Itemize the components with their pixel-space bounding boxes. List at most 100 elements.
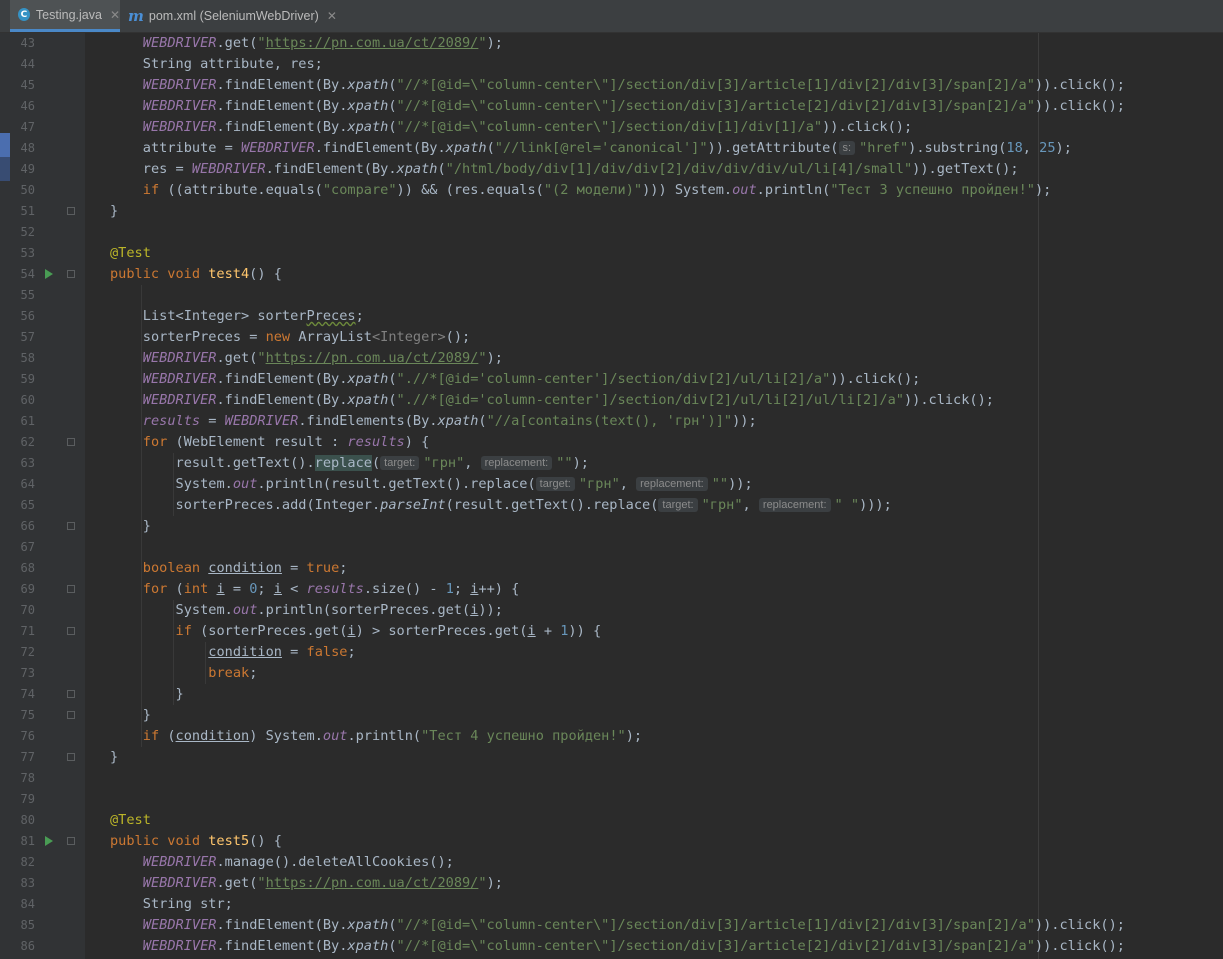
- code-line[interactable]: public void test5() {: [110, 831, 282, 852]
- gutter-row[interactable]: 56: [0, 306, 85, 327]
- gutter-row[interactable]: 83: [0, 873, 85, 894]
- code-line[interactable]: for (int i = 0; i < results.size() - 1; …: [143, 579, 520, 600]
- gutter-row[interactable]: 55: [0, 285, 85, 306]
- tab-testing-java[interactable]: C Testing.java ✕: [10, 0, 120, 32]
- code-line[interactable]: }: [143, 516, 151, 537]
- gutter-row[interactable]: 85: [0, 915, 85, 936]
- gutter-row[interactable]: 70: [0, 600, 85, 621]
- code-line[interactable]: System.out.println(sorterPreces.get(i));: [143, 600, 503, 621]
- code-line[interactable]: WEBDRIVER.findElement(By.xpath("//*[@id=…: [143, 915, 1125, 936]
- code-editor[interactable]: 43 44 45 46 47 48 49 50 51 52 53 54 55 56 57 58 59 60 61 62…: [0, 33, 1223, 959]
- tab-pom-xml[interactable]: m pom.xml (SeleniumWebDriver) ✕: [128, 0, 338, 32]
- code-line[interactable]: @Test: [110, 243, 151, 264]
- code-line[interactable]: WEBDRIVER.findElement(By.xpath("//*[@id=…: [143, 117, 912, 138]
- fold-icon[interactable]: [67, 753, 75, 761]
- code-line[interactable]: boolean condition = true;: [143, 558, 348, 579]
- gutter-row[interactable]: 79: [0, 789, 85, 810]
- code-line[interactable]: attribute = WEBDRIVER.findElement(By.xpa…: [143, 138, 1072, 159]
- code-line[interactable]: String attribute, res;: [143, 54, 323, 75]
- code-line[interactable]: break;: [143, 663, 257, 684]
- gutter-row[interactable]: 54: [0, 264, 85, 285]
- code-line[interactable]: WEBDRIVER.findElement(By.xpath(".//*[@id…: [143, 369, 921, 390]
- gutter-row[interactable]: 69: [0, 579, 85, 600]
- fold-icon[interactable]: [67, 585, 75, 593]
- fold-icon[interactable]: [67, 711, 75, 719]
- code-line[interactable]: List<Integer> sorterPreces;: [143, 306, 364, 327]
- line-number-gutter[interactable]: 43 44 45 46 47 48 49 50 51 52 53 54 55 56 57 58 59 60 61 62…: [0, 33, 85, 959]
- gutter-row[interactable]: 81: [0, 831, 85, 852]
- gutter-row[interactable]: 60: [0, 390, 85, 411]
- code-line[interactable]: WEBDRIVER.get("https://pn.com.ua/ct/2089…: [143, 348, 503, 369]
- run-test-icon[interactable]: [45, 836, 53, 846]
- gutter-row[interactable]: 49: [0, 159, 85, 180]
- gutter-row[interactable]: 58: [0, 348, 85, 369]
- gutter-row[interactable]: 48: [0, 138, 85, 159]
- code-line[interactable]: if (sorterPreces.get(i) > sorterPreces.g…: [143, 621, 602, 642]
- code-line[interactable]: condition = false;: [143, 642, 355, 663]
- code-line[interactable]: }: [143, 705, 151, 726]
- code-line[interactable]: for (WebElement result : results) {: [143, 432, 429, 453]
- gutter-row[interactable]: 68: [0, 558, 85, 579]
- gutter-row[interactable]: 59: [0, 369, 85, 390]
- gutter-row[interactable]: 67: [0, 537, 85, 558]
- gutter-row[interactable]: 82: [0, 852, 85, 873]
- gutter-row[interactable]: 52: [0, 222, 85, 243]
- code-line[interactable]: }: [143, 684, 184, 705]
- gutter-row[interactable]: 50: [0, 180, 85, 201]
- gutter-row[interactable]: 80: [0, 810, 85, 831]
- fold-icon[interactable]: [67, 837, 75, 845]
- fold-icon[interactable]: [67, 627, 75, 635]
- gutter-row[interactable]: 51: [0, 201, 85, 222]
- code-line[interactable]: sorterPreces.add(Integer.parseInt(result…: [143, 495, 892, 516]
- fold-icon[interactable]: [67, 690, 75, 698]
- gutter-row[interactable]: 45: [0, 75, 85, 96]
- close-icon[interactable]: ✕: [327, 9, 337, 23]
- gutter-row[interactable]: 63: [0, 453, 85, 474]
- fold-icon[interactable]: [67, 522, 75, 530]
- code-line[interactable]: WEBDRIVER.manage().deleteAllCookies();: [143, 852, 454, 873]
- gutter-row[interactable]: 72: [0, 642, 85, 663]
- close-icon[interactable]: ✕: [110, 8, 120, 22]
- gutter-row[interactable]: 86: [0, 936, 85, 957]
- fold-icon[interactable]: [67, 438, 75, 446]
- gutter-row[interactable]: 62: [0, 432, 85, 453]
- gutter-row[interactable]: 84: [0, 894, 85, 915]
- code-line[interactable]: System.out.println(result.getText().repl…: [143, 474, 753, 495]
- gutter-row[interactable]: 46: [0, 96, 85, 117]
- code-line[interactable]: if (condition) System.out.println("Тест …: [143, 726, 642, 747]
- code-line[interactable]: WEBDRIVER.findElement(By.xpath("//*[@id=…: [143, 75, 1125, 96]
- code-line[interactable]: result.getText().replace(target: "грн", r…: [143, 453, 589, 474]
- gutter-row[interactable]: 73: [0, 663, 85, 684]
- gutter-row[interactable]: 71: [0, 621, 85, 642]
- run-test-icon[interactable]: [45, 269, 53, 279]
- fold-icon[interactable]: [67, 207, 75, 215]
- gutter-row[interactable]: 76: [0, 726, 85, 747]
- code-line[interactable]: public void test4() {: [110, 264, 282, 285]
- code-line[interactable]: if ((attribute.equals("compare")) && (re…: [143, 180, 1052, 201]
- gutter-row[interactable]: 75: [0, 705, 85, 726]
- code-line[interactable]: WEBDRIVER.findElement(By.xpath("//*[@id=…: [143, 96, 1125, 117]
- code-line[interactable]: WEBDRIVER.get("https://pn.com.ua/ct/2089…: [143, 33, 503, 54]
- gutter-row[interactable]: 66: [0, 516, 85, 537]
- code-line[interactable]: }: [110, 747, 118, 768]
- code-line[interactable]: String str;: [143, 894, 233, 915]
- gutter-row[interactable]: 53: [0, 243, 85, 264]
- gutter-row[interactable]: 47: [0, 117, 85, 138]
- gutter-row[interactable]: 64: [0, 474, 85, 495]
- code-line[interactable]: sorterPreces = new ArrayList<Integer>();: [143, 327, 470, 348]
- gutter-row[interactable]: 78: [0, 768, 85, 789]
- code-line[interactable]: res = WEBDRIVER.findElement(By.xpath("/h…: [143, 159, 1019, 180]
- gutter-row[interactable]: 77: [0, 747, 85, 768]
- code-line[interactable]: WEBDRIVER.get("https://pn.com.ua/ct/2089…: [143, 873, 503, 894]
- code-line[interactable]: WEBDRIVER.findElement(By.xpath("//*[@id=…: [143, 936, 1125, 957]
- code-line[interactable]: results = WEBDRIVER.findElements(By.xpat…: [143, 411, 757, 432]
- code-line[interactable]: }: [110, 201, 118, 222]
- gutter-row[interactable]: 44: [0, 54, 85, 75]
- gutter-row[interactable]: 61: [0, 411, 85, 432]
- fold-icon[interactable]: [67, 270, 75, 278]
- code-line[interactable]: WEBDRIVER.findElement(By.xpath(".//*[@id…: [143, 390, 994, 411]
- gutter-row[interactable]: 74: [0, 684, 85, 705]
- code-line[interactable]: @Test: [110, 810, 151, 831]
- gutter-row[interactable]: 65: [0, 495, 85, 516]
- gutter-row[interactable]: 43: [0, 33, 85, 54]
